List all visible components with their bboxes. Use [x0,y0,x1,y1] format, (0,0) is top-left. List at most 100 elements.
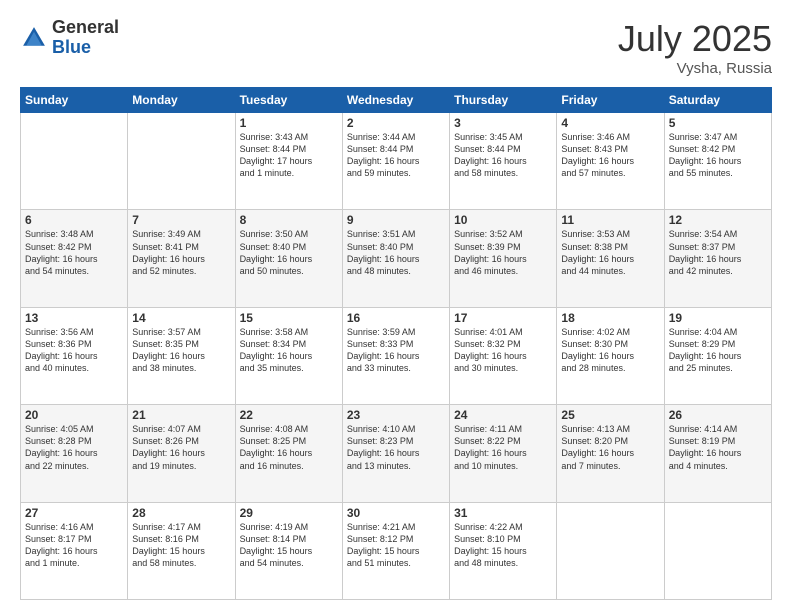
day-info: Sunrise: 3:45 AM Sunset: 8:44 PM Dayligh… [454,131,552,180]
calendar-cell [664,502,771,599]
logo-icon [20,24,48,52]
calendar-header-sunday: Sunday [21,88,128,113]
calendar-cell: 15Sunrise: 3:58 AM Sunset: 8:34 PM Dayli… [235,307,342,404]
day-info: Sunrise: 4:01 AM Sunset: 8:32 PM Dayligh… [454,326,552,375]
calendar-cell: 18Sunrise: 4:02 AM Sunset: 8:30 PM Dayli… [557,307,664,404]
calendar-cell: 4Sunrise: 3:46 AM Sunset: 8:43 PM Daylig… [557,113,664,210]
calendar-week-5: 27Sunrise: 4:16 AM Sunset: 8:17 PM Dayli… [21,502,772,599]
calendar-cell: 14Sunrise: 3:57 AM Sunset: 8:35 PM Dayli… [128,307,235,404]
logo-blue: Blue [52,38,119,58]
day-info: Sunrise: 3:54 AM Sunset: 8:37 PM Dayligh… [669,228,767,277]
day-info: Sunrise: 3:44 AM Sunset: 8:44 PM Dayligh… [347,131,445,180]
day-info: Sunrise: 4:08 AM Sunset: 8:25 PM Dayligh… [240,423,338,472]
calendar-cell: 20Sunrise: 4:05 AM Sunset: 8:28 PM Dayli… [21,405,128,502]
day-number: 23 [347,408,445,422]
day-number: 12 [669,213,767,227]
day-number: 18 [561,311,659,325]
calendar-week-1: 1Sunrise: 3:43 AM Sunset: 8:44 PM Daylig… [21,113,772,210]
day-number: 4 [561,116,659,130]
day-number: 25 [561,408,659,422]
day-info: Sunrise: 3:48 AM Sunset: 8:42 PM Dayligh… [25,228,123,277]
calendar-header-wednesday: Wednesday [342,88,449,113]
calendar-week-3: 13Sunrise: 3:56 AM Sunset: 8:36 PM Dayli… [21,307,772,404]
calendar-header-friday: Friday [557,88,664,113]
day-info: Sunrise: 3:47 AM Sunset: 8:42 PM Dayligh… [669,131,767,180]
day-number: 28 [132,506,230,520]
logo-general: General [52,18,119,38]
calendar-cell [557,502,664,599]
calendar-cell: 24Sunrise: 4:11 AM Sunset: 8:22 PM Dayli… [450,405,557,502]
day-number: 9 [347,213,445,227]
day-info: Sunrise: 3:50 AM Sunset: 8:40 PM Dayligh… [240,228,338,277]
calendar-cell: 7Sunrise: 3:49 AM Sunset: 8:41 PM Daylig… [128,210,235,307]
calendar-cell: 27Sunrise: 4:16 AM Sunset: 8:17 PM Dayli… [21,502,128,599]
day-info: Sunrise: 4:07 AM Sunset: 8:26 PM Dayligh… [132,423,230,472]
calendar-header-saturday: Saturday [664,88,771,113]
day-info: Sunrise: 3:53 AM Sunset: 8:38 PM Dayligh… [561,228,659,277]
day-info: Sunrise: 4:13 AM Sunset: 8:20 PM Dayligh… [561,423,659,472]
calendar-week-2: 6Sunrise: 3:48 AM Sunset: 8:42 PM Daylig… [21,210,772,307]
calendar-cell: 23Sunrise: 4:10 AM Sunset: 8:23 PM Dayli… [342,405,449,502]
calendar-cell: 30Sunrise: 4:21 AM Sunset: 8:12 PM Dayli… [342,502,449,599]
calendar-cell: 6Sunrise: 3:48 AM Sunset: 8:42 PM Daylig… [21,210,128,307]
calendar-cell: 3Sunrise: 3:45 AM Sunset: 8:44 PM Daylig… [450,113,557,210]
calendar-cell: 8Sunrise: 3:50 AM Sunset: 8:40 PM Daylig… [235,210,342,307]
day-number: 26 [669,408,767,422]
logo: General Blue [20,18,119,58]
calendar-cell: 16Sunrise: 3:59 AM Sunset: 8:33 PM Dayli… [342,307,449,404]
calendar-cell: 9Sunrise: 3:51 AM Sunset: 8:40 PM Daylig… [342,210,449,307]
calendar-cell [128,113,235,210]
calendar-cell: 31Sunrise: 4:22 AM Sunset: 8:10 PM Dayli… [450,502,557,599]
calendar-week-4: 20Sunrise: 4:05 AM Sunset: 8:28 PM Dayli… [21,405,772,502]
page: General Blue July 2025 Vysha, Russia Sun… [0,0,792,612]
day-number: 3 [454,116,552,130]
day-info: Sunrise: 3:58 AM Sunset: 8:34 PM Dayligh… [240,326,338,375]
calendar-cell: 25Sunrise: 4:13 AM Sunset: 8:20 PM Dayli… [557,405,664,502]
calendar-header-row: SundayMondayTuesdayWednesdayThursdayFrid… [21,88,772,113]
day-number: 14 [132,311,230,325]
calendar-cell: 28Sunrise: 4:17 AM Sunset: 8:16 PM Dayli… [128,502,235,599]
day-info: Sunrise: 4:17 AM Sunset: 8:16 PM Dayligh… [132,521,230,570]
title-block: July 2025 Vysha, Russia [618,18,772,77]
day-info: Sunrise: 4:05 AM Sunset: 8:28 PM Dayligh… [25,423,123,472]
day-number: 16 [347,311,445,325]
day-info: Sunrise: 4:02 AM Sunset: 8:30 PM Dayligh… [561,326,659,375]
calendar-cell: 22Sunrise: 4:08 AM Sunset: 8:25 PM Dayli… [235,405,342,502]
calendar-cell: 19Sunrise: 4:04 AM Sunset: 8:29 PM Dayli… [664,307,771,404]
day-info: Sunrise: 4:11 AM Sunset: 8:22 PM Dayligh… [454,423,552,472]
title-month: July 2025 [618,18,772,60]
header: General Blue July 2025 Vysha, Russia [20,18,772,77]
calendar-cell: 12Sunrise: 3:54 AM Sunset: 8:37 PM Dayli… [664,210,771,307]
day-info: Sunrise: 4:14 AM Sunset: 8:19 PM Dayligh… [669,423,767,472]
calendar-cell: 11Sunrise: 3:53 AM Sunset: 8:38 PM Dayli… [557,210,664,307]
calendar-cell: 5Sunrise: 3:47 AM Sunset: 8:42 PM Daylig… [664,113,771,210]
day-number: 1 [240,116,338,130]
day-info: Sunrise: 3:52 AM Sunset: 8:39 PM Dayligh… [454,228,552,277]
day-number: 11 [561,213,659,227]
calendar-header-monday: Monday [128,88,235,113]
day-number: 17 [454,311,552,325]
day-number: 6 [25,213,123,227]
day-info: Sunrise: 3:59 AM Sunset: 8:33 PM Dayligh… [347,326,445,375]
calendar-cell: 26Sunrise: 4:14 AM Sunset: 8:19 PM Dayli… [664,405,771,502]
calendar-cell [21,113,128,210]
calendar-cell: 1Sunrise: 3:43 AM Sunset: 8:44 PM Daylig… [235,113,342,210]
day-number: 20 [25,408,123,422]
day-number: 29 [240,506,338,520]
day-info: Sunrise: 4:16 AM Sunset: 8:17 PM Dayligh… [25,521,123,570]
day-number: 2 [347,116,445,130]
day-info: Sunrise: 4:10 AM Sunset: 8:23 PM Dayligh… [347,423,445,472]
day-number: 22 [240,408,338,422]
calendar-table: SundayMondayTuesdayWednesdayThursdayFrid… [20,87,772,600]
day-number: 13 [25,311,123,325]
calendar-cell: 29Sunrise: 4:19 AM Sunset: 8:14 PM Dayli… [235,502,342,599]
day-info: Sunrise: 4:19 AM Sunset: 8:14 PM Dayligh… [240,521,338,570]
day-info: Sunrise: 3:57 AM Sunset: 8:35 PM Dayligh… [132,326,230,375]
calendar-cell: 21Sunrise: 4:07 AM Sunset: 8:26 PM Dayli… [128,405,235,502]
day-number: 30 [347,506,445,520]
calendar-cell: 2Sunrise: 3:44 AM Sunset: 8:44 PM Daylig… [342,113,449,210]
day-info: Sunrise: 3:49 AM Sunset: 8:41 PM Dayligh… [132,228,230,277]
calendar-header-tuesday: Tuesday [235,88,342,113]
logo-text: General Blue [52,18,119,58]
day-number: 27 [25,506,123,520]
